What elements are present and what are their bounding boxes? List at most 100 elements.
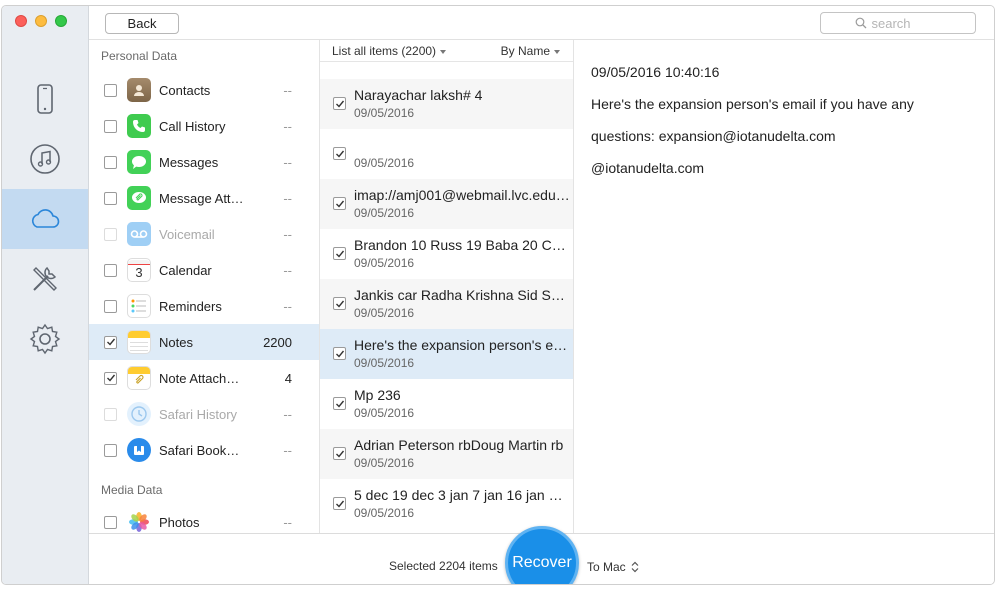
item-checkbox[interactable] bbox=[333, 447, 346, 460]
category-count: -- bbox=[283, 190, 292, 206]
category-reminders[interactable]: Reminders -- bbox=[89, 288, 319, 324]
rail-tools[interactable] bbox=[2, 249, 88, 309]
item-checkbox[interactable] bbox=[333, 197, 346, 210]
category-checkbox[interactable] bbox=[104, 119, 117, 133]
category-message-attachments[interactable]: Message Att… -- bbox=[89, 180, 319, 216]
gear-icon bbox=[29, 323, 61, 355]
detail-pane: 09/05/2016 10:40:16 Here's the expansion… bbox=[575, 40, 994, 533]
category-safari-bookmarks[interactable]: Safari Book… -- bbox=[89, 432, 319, 468]
category-contacts[interactable]: Contacts -- bbox=[89, 72, 319, 108]
recover-button[interactable]: Recover bbox=[505, 526, 579, 584]
category-label: Note Attach… bbox=[159, 370, 240, 386]
category-checkbox[interactable] bbox=[104, 83, 117, 97]
category-messages[interactable]: Messages -- bbox=[89, 144, 319, 180]
back-button[interactable]: Back bbox=[105, 13, 179, 34]
category-note-attachments[interactable]: Note Attach… 4 bbox=[89, 360, 319, 396]
category-label: Calendar bbox=[159, 262, 212, 278]
item-date: 09/05/2016 bbox=[354, 356, 415, 370]
category-count: -- bbox=[283, 298, 292, 314]
minimize-window-button[interactable] bbox=[35, 15, 47, 27]
item-title: Narayachar laksh# 4 bbox=[354, 87, 483, 103]
category-label: Photos bbox=[159, 514, 200, 530]
search-input[interactable] bbox=[871, 15, 942, 31]
sort-dropdown[interactable]: By Name bbox=[501, 44, 560, 58]
category-count: -- bbox=[283, 118, 292, 134]
zoom-window-button[interactable] bbox=[55, 15, 67, 27]
list-item[interactable]: 5 dec 19 dec 3 jan 7 jan 16 jan Extra 09… bbox=[320, 479, 573, 529]
item-title: Brandon 10 Russ 19 Baba 20 Coach bbox=[354, 237, 570, 253]
nav-rail bbox=[2, 6, 89, 584]
calendar-icon: 3 bbox=[127, 258, 151, 282]
rail-device[interactable] bbox=[2, 69, 88, 129]
list-item[interactable]: Narayachar laksh# 4 09/05/2016 bbox=[320, 79, 573, 129]
window-controls bbox=[15, 15, 67, 27]
note-body-line: Here's the expansion person's email if y… bbox=[591, 96, 914, 112]
item-checkbox[interactable] bbox=[333, 297, 346, 310]
list-item[interactable]: Adrian Peterson rbDoug Martin rb 09/05/2… bbox=[320, 429, 573, 479]
item-checkbox[interactable] bbox=[333, 397, 346, 410]
destination-selector[interactable]: To Mac bbox=[587, 560, 639, 574]
item-date: 09/05/2016 bbox=[354, 456, 415, 470]
rail-settings[interactable] bbox=[2, 309, 88, 369]
list-item[interactable]: Jankis car Radha Krishna Sid Sharma 09/0… bbox=[320, 279, 573, 329]
category-checkbox[interactable] bbox=[104, 371, 117, 385]
rail-icloud[interactable] bbox=[2, 189, 88, 249]
note-attachment-icon bbox=[127, 366, 151, 390]
list-item[interactable]: Mp 236 09/05/2016 bbox=[320, 379, 573, 429]
item-list-header: List all items (2200) By Name bbox=[320, 40, 573, 62]
item-checkbox[interactable] bbox=[333, 247, 346, 260]
category-checkbox[interactable] bbox=[104, 443, 117, 457]
app-window: Back Personal Data Contacts -- C bbox=[1, 5, 995, 585]
filter-dropdown[interactable]: List all items (2200) bbox=[332, 44, 447, 58]
checkmark-icon bbox=[335, 300, 344, 308]
note-timestamp: 09/05/2016 10:40:16 bbox=[591, 64, 720, 80]
checkmark-icon bbox=[335, 100, 344, 108]
category-checkbox[interactable] bbox=[104, 299, 117, 313]
category-checkbox bbox=[104, 227, 117, 241]
category-count: 2200 bbox=[263, 334, 292, 350]
safari-history-icon bbox=[127, 402, 151, 426]
item-checkbox[interactable] bbox=[333, 497, 346, 510]
item-checkbox[interactable] bbox=[333, 347, 346, 360]
list-item[interactable]: Brandon 10 Russ 19 Baba 20 Coach 09/05/2… bbox=[320, 229, 573, 279]
list-item[interactable]: imap://amj001@webmail.lvc.edu/INBOX 09/0… bbox=[320, 179, 573, 229]
category-label: Call History bbox=[159, 118, 226, 134]
item-title: imap://amj001@webmail.lvc.edu/INBOX bbox=[354, 187, 570, 203]
category-checkbox[interactable] bbox=[104, 155, 117, 169]
filter-label: List all items (2200) bbox=[332, 44, 437, 58]
note-body-line: questions: expansion@iotanudelta.com bbox=[591, 128, 836, 144]
sort-label: By Name bbox=[500, 44, 550, 58]
category-list: Personal Data Contacts -- Call History -… bbox=[89, 40, 320, 533]
item-title: Mp 236 bbox=[354, 387, 401, 403]
search-box[interactable] bbox=[820, 12, 976, 34]
search-icon bbox=[855, 17, 866, 29]
iphone-icon bbox=[37, 84, 53, 114]
category-count: 4 bbox=[284, 370, 292, 386]
category-label: Notes bbox=[159, 334, 193, 350]
item-date: 09/05/2016 bbox=[354, 106, 415, 120]
phone-icon bbox=[127, 114, 151, 138]
category-label: Messages bbox=[159, 154, 219, 170]
category-label: Message Att… bbox=[159, 190, 244, 206]
photos-icon bbox=[127, 510, 151, 533]
close-window-button[interactable] bbox=[15, 15, 27, 27]
category-checkbox[interactable] bbox=[104, 191, 117, 205]
category-count: -- bbox=[283, 442, 292, 458]
list-item-selected[interactable]: Here's the expansion person's email 09/0… bbox=[320, 329, 573, 379]
item-checkbox[interactable] bbox=[333, 97, 346, 110]
rail-itunes[interactable] bbox=[2, 129, 88, 189]
category-photos[interactable]: Photos -- bbox=[89, 504, 319, 533]
list-item[interactable]: 09/05/2016 bbox=[320, 129, 573, 179]
category-checkbox[interactable] bbox=[104, 335, 117, 349]
category-voicemail: Voicemail -- bbox=[89, 216, 319, 252]
category-notes[interactable]: Notes 2200 bbox=[89, 324, 319, 360]
category-calendar[interactable]: 3 Calendar -- bbox=[89, 252, 319, 288]
category-call-history[interactable]: Call History -- bbox=[89, 108, 319, 144]
category-label: Safari Book… bbox=[159, 442, 240, 458]
category-checkbox[interactable] bbox=[104, 515, 117, 529]
category-checkbox[interactable] bbox=[104, 263, 117, 277]
item-title: Here's the expansion person's email bbox=[354, 337, 570, 353]
checkmark-icon bbox=[106, 338, 115, 346]
item-checkbox[interactable] bbox=[333, 147, 346, 160]
media-data-title: Media Data bbox=[101, 483, 163, 497]
